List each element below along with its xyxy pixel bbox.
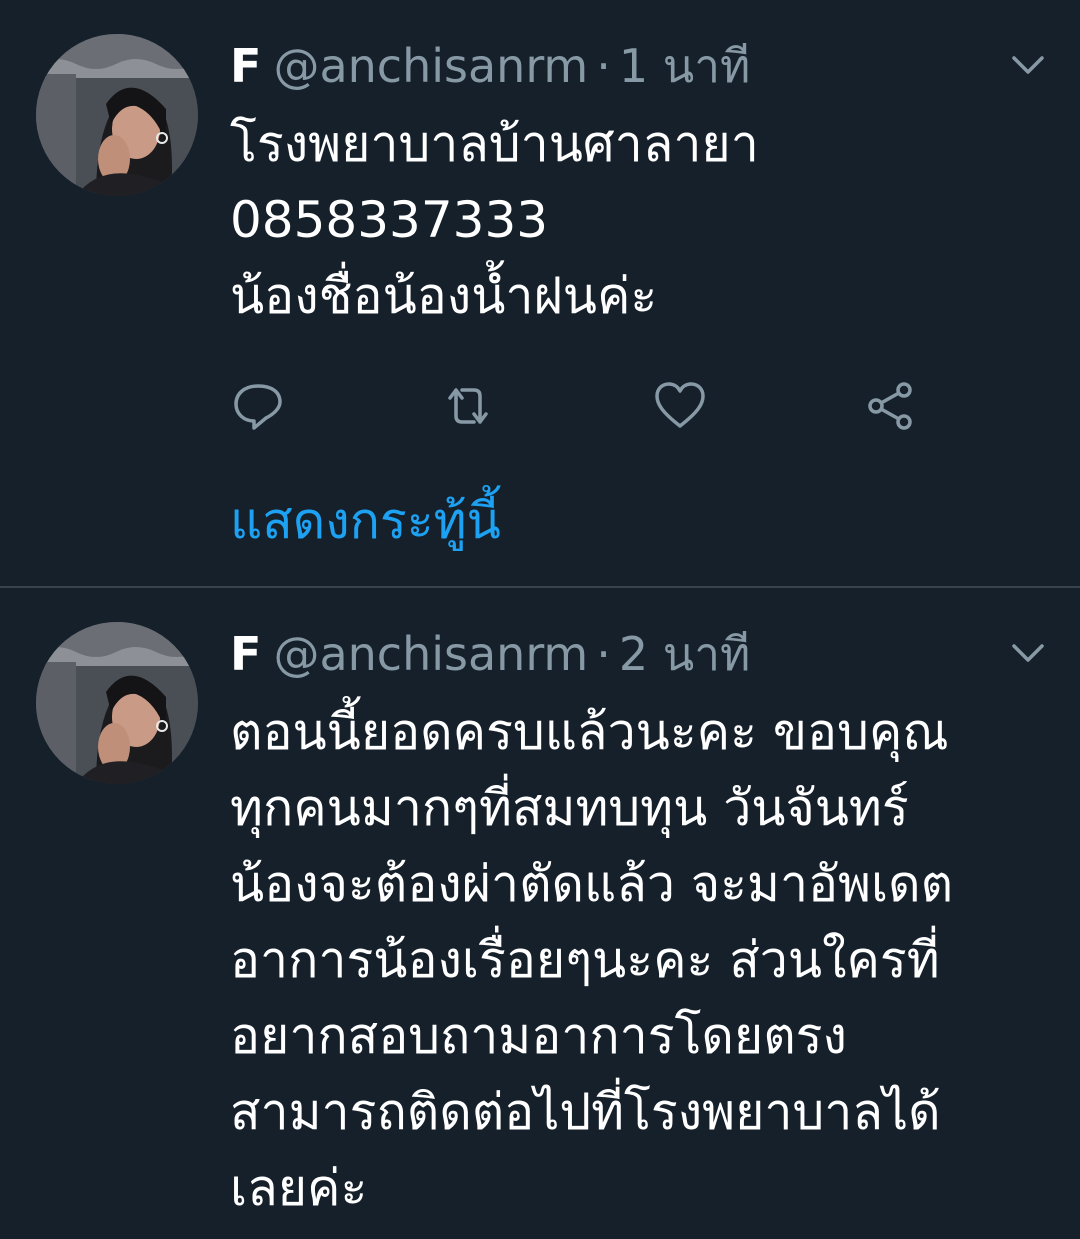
tweet-line: เลยค่ะ: [230, 1159, 368, 1217]
timestamp[interactable]: 1 นาที: [619, 39, 751, 93]
tweet[interactable]: F @anchisanrm · 1 นาที โรงพยาบาลบ้านศาลายา …: [0, 0, 1080, 588]
separator-dot: ·: [596, 627, 611, 681]
user-handle[interactable]: @anchisanrm: [273, 627, 588, 681]
show-thread-link[interactable]: แสดงกระทู้นี้: [230, 486, 501, 556]
tweet-header: F @anchisanrm · 2 นาที: [230, 624, 750, 684]
user-handle[interactable]: @anchisanrm: [273, 39, 588, 93]
tweet-line: อาการน้องเรื่อยๆนะคะ ส่วนใครที่: [230, 931, 940, 989]
chevron-down-icon[interactable]: [1008, 638, 1048, 668]
timestamp[interactable]: 2 นาที: [619, 627, 751, 681]
share-icon[interactable]: [862, 378, 918, 434]
like-icon[interactable]: [652, 378, 708, 434]
tweet-line: โรงพยาบาลบ้านศาลายา: [230, 115, 759, 173]
tweet-header: F @anchisanrm · 1 นาที: [230, 36, 750, 96]
retweet-icon[interactable]: [440, 378, 496, 434]
tweet-line: ทุกคนมากๆที่สมทบทุน วันจันทร์: [230, 779, 909, 837]
tweet-text: โรงพยาบาลบ้านศาลายา 0858337333 น้องชื่อน…: [230, 106, 1050, 334]
tweet-line: สามารถติดต่อไปที่โรงพยาบาลได้: [230, 1083, 941, 1141]
avatar[interactable]: [36, 34, 198, 196]
tweet-actions: [0, 378, 1080, 434]
tweet-line: ตอนนี้ยอดครบแล้วนะคะ ขอบคุณ: [230, 703, 949, 761]
display-name[interactable]: F: [230, 627, 261, 681]
display-name[interactable]: F: [230, 39, 261, 93]
avatar[interactable]: [36, 622, 198, 784]
tweet-text: ตอนนี้ยอดครบแล้วนะคะ ขอบคุณ ทุกคนมากๆที่…: [230, 694, 1050, 1226]
chevron-down-icon[interactable]: [1008, 50, 1048, 80]
tweet-line: น้องชื่อน้องน้ำฝนค่ะ: [230, 267, 658, 325]
reply-icon[interactable]: [230, 378, 286, 434]
tweet-line: น้องจะต้องผ่าตัดแล้ว จะมาอัพเดต: [230, 855, 954, 913]
separator-dot: ·: [596, 39, 611, 93]
tweet-line[interactable]: 0858337333: [230, 182, 1050, 258]
tweet-line: อยากสอบถามอาการโดยตรง: [230, 1007, 847, 1065]
tweet[interactable]: F @anchisanrm · 2 นาที ตอนนี้ยอดครบแล้วนะคะ…: [0, 588, 1080, 1239]
